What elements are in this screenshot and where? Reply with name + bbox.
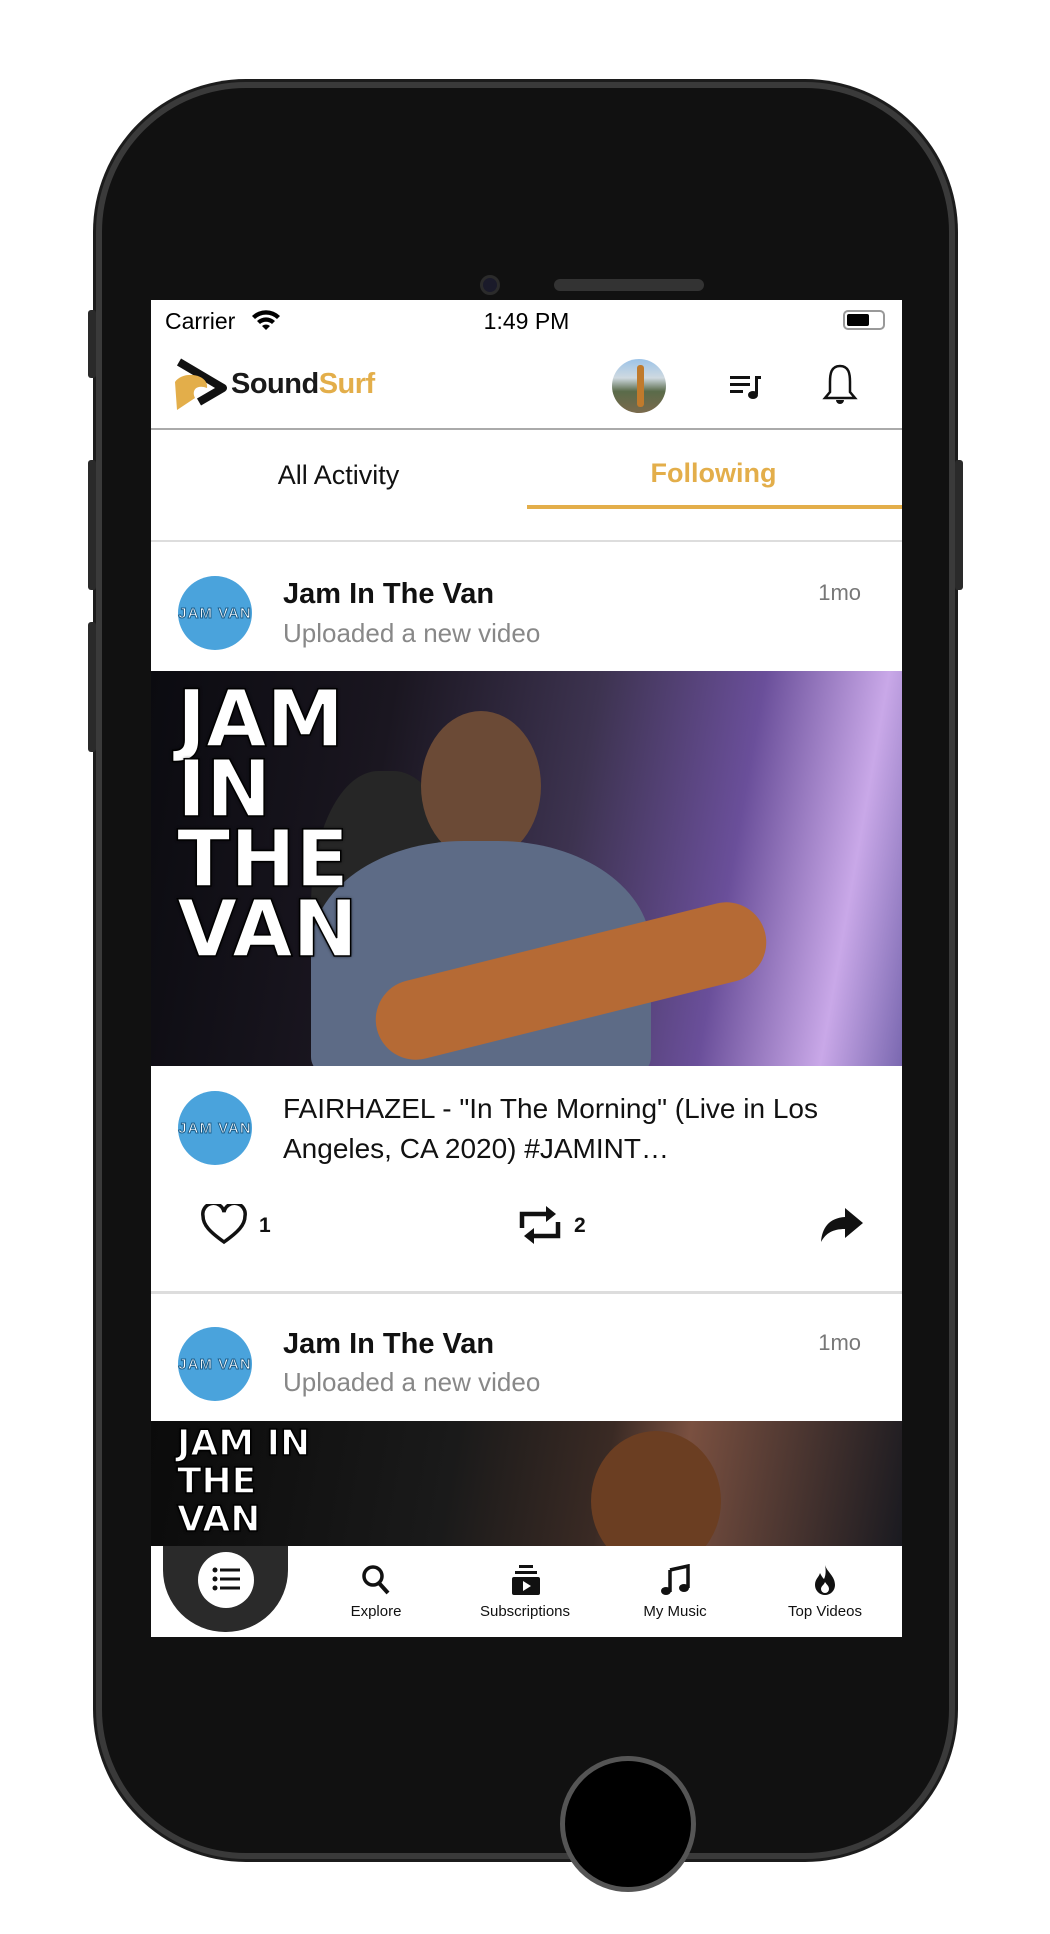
bottom-nav: Explore Subscriptions My Music Top Video… bbox=[151, 1546, 902, 1637]
nav-explore[interactable]: Explore bbox=[301, 1546, 451, 1637]
mute-switch bbox=[88, 310, 96, 378]
volume-up-button bbox=[88, 460, 96, 590]
bell-icon[interactable] bbox=[821, 362, 859, 408]
thumbnail-logo-text: JAM IN THE VAN bbox=[176, 675, 358, 975]
singer-head bbox=[421, 711, 541, 861]
nav-label: My Music bbox=[643, 1603, 707, 1620]
channel-avatar[interactable]: JAM VAN bbox=[178, 1327, 252, 1401]
nav-top-videos[interactable]: Top Videos bbox=[750, 1546, 900, 1637]
nav-label: Top Videos bbox=[788, 1603, 862, 1620]
video-thumbnail[interactable]: JAM IN THE VAN bbox=[151, 1421, 902, 1546]
power-button bbox=[955, 460, 963, 590]
nav-label: Explore bbox=[350, 1603, 402, 1620]
activity-description: Uploaded a new video bbox=[283, 1367, 541, 1397]
nav-my-music[interactable]: My Music bbox=[600, 1546, 750, 1637]
video-thumbnail[interactable]: JAM IN THE VAN bbox=[151, 671, 902, 1066]
nav-feed[interactable] bbox=[151, 1546, 301, 1637]
heart-icon[interactable] bbox=[200, 1204, 248, 1246]
channel-name[interactable]: Jam In The Van bbox=[283, 578, 494, 611]
soundsurf-logo-icon bbox=[175, 358, 227, 410]
search-icon bbox=[362, 1565, 390, 1595]
tab-all-activity[interactable]: All Activity bbox=[151, 460, 526, 491]
channel-avatar[interactable]: JAM VAN bbox=[178, 576, 252, 650]
clock: 1:49 PM bbox=[483, 308, 570, 334]
singer-head bbox=[591, 1431, 721, 1546]
queue-music-icon[interactable] bbox=[728, 372, 762, 402]
subscriptions-icon bbox=[512, 1565, 540, 1595]
active-tab-indicator bbox=[527, 505, 902, 509]
video-title[interactable]: FAIRHAZEL - "In The Morning" (Live in Lo… bbox=[283, 1089, 843, 1169]
battery-icon bbox=[843, 310, 885, 330]
speaker bbox=[554, 279, 704, 291]
repost-count: 2 bbox=[574, 1214, 586, 1237]
home-button[interactable] bbox=[560, 1756, 696, 1892]
share-icon[interactable] bbox=[819, 1206, 865, 1244]
music-note-icon bbox=[661, 1564, 690, 1595]
volume-down-button bbox=[88, 622, 96, 752]
nav-label: Subscriptions bbox=[479, 1603, 571, 1620]
app-screen: Carrier 1:49 PM SoundSurf All Activity F… bbox=[151, 300, 902, 1637]
activity-description: Uploaded a new video bbox=[283, 618, 541, 648]
post-divider bbox=[151, 1291, 902, 1294]
channel-name[interactable]: Jam In The Van bbox=[283, 1328, 494, 1361]
repost-icon[interactable] bbox=[516, 1206, 564, 1244]
tabs-divider bbox=[151, 540, 902, 542]
caption-channel-avatar[interactable]: JAM VAN bbox=[178, 1091, 252, 1165]
user-avatar[interactable] bbox=[612, 359, 666, 413]
header-divider bbox=[151, 428, 902, 430]
fire-icon bbox=[815, 1565, 835, 1595]
like-count: 1 bbox=[259, 1214, 271, 1237]
nav-subscriptions[interactable]: Subscriptions bbox=[450, 1546, 600, 1637]
app-logo-text: SoundSurf bbox=[231, 368, 375, 400]
tab-following[interactable]: Following bbox=[526, 458, 901, 489]
post-age: 1mo bbox=[818, 1330, 861, 1355]
front-camera bbox=[480, 275, 500, 295]
post-age: 1mo bbox=[818, 580, 861, 605]
list-icon bbox=[212, 1567, 240, 1591]
thumbnail-logo-text: JAM IN THE VAN bbox=[176, 1423, 311, 1540]
